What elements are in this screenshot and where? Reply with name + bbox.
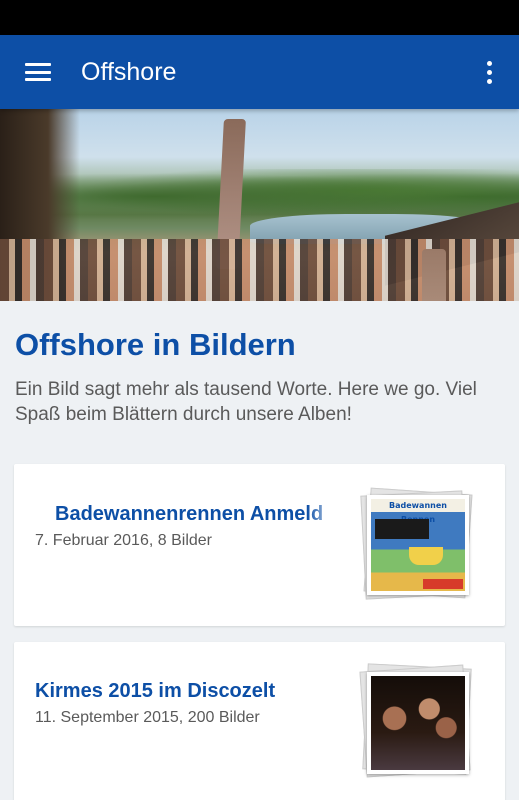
- status-bar: [0, 0, 519, 35]
- poster-image: Badewannen Rennen: [371, 499, 465, 591]
- app-title: Offshore: [81, 57, 177, 86]
- album-thumbnail: Badewannen Rennen: [360, 487, 473, 601]
- album-title: Badewannenrennen Anmeld: [55, 503, 324, 525]
- app-bar: Offshore: [0, 35, 519, 109]
- album-card[interactable]: Kirmes 2015 im Discozelt 11. September 2…: [14, 642, 505, 800]
- album-thumbnail: [359, 663, 473, 778]
- page-description: Ein Bild sagt mehr als tausend Worte. He…: [15, 379, 477, 425]
- hero-image: [0, 109, 519, 301]
- menu-button[interactable]: [0, 35, 76, 109]
- page-title: Offshore in Bildern: [15, 327, 296, 362]
- more-options-button[interactable]: [459, 35, 519, 109]
- more-vertical-icon: [486, 60, 492, 66]
- party-photo: [371, 676, 465, 770]
- album-card[interactable]: Badewannenrennen Anmeld 7. Februar 2016,…: [14, 464, 505, 626]
- album-title: Kirmes 2015 im Discozelt: [35, 680, 276, 702]
- album-meta: 11. September 2015, 200 Bilder: [35, 709, 260, 726]
- album-meta: 7. Februar 2016, 8 Bilder: [35, 532, 212, 549]
- hamburger-menu-icon: [25, 63, 51, 81]
